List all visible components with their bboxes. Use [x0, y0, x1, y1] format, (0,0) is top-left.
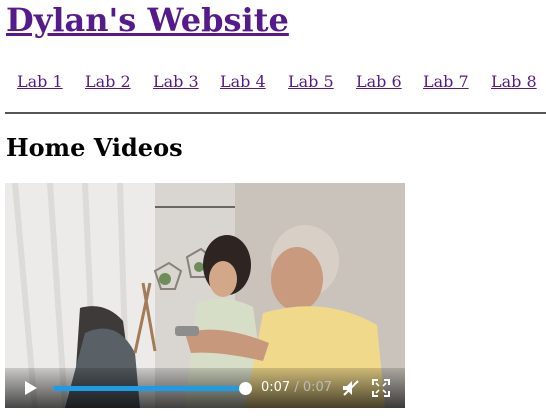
nav-item-lab-3: Lab 3 — [153, 70, 199, 94]
nav-link-lab-3[interactable]: Lab 3 — [153, 72, 199, 91]
nav-link-lab-5[interactable]: Lab 5 — [288, 72, 334, 91]
nav-item-lab-7: Lab 7 — [423, 70, 469, 94]
nav-link-lab-1[interactable]: Lab 1 — [17, 72, 63, 91]
video-time-separator: / — [294, 380, 299, 395]
video-player[interactable]: 0:07 / 0:07 — [5, 183, 405, 408]
video-duration: 0:07 — [302, 380, 333, 395]
video-current-time: 0:07 — [261, 380, 291, 395]
nav-item-lab-1: Lab 1 — [17, 70, 63, 94]
nav-link-lab-8[interactable]: Lab 8 — [491, 72, 537, 91]
nav-link-lab-4[interactable]: Lab 4 — [220, 72, 266, 91]
fullscreen-icon[interactable] — [372, 379, 390, 397]
video-progress-thumb[interactable] — [239, 382, 252, 395]
muted-speaker-icon[interactable] — [341, 379, 361, 397]
nav-item-lab-5: Lab 5 — [288, 70, 334, 94]
nav-item-lab-2: Lab 2 — [85, 70, 131, 94]
video-progress-fill — [53, 386, 245, 391]
video-controls: 0:07 / 0:07 — [5, 368, 405, 408]
nav-item-lab-4: Lab 4 — [220, 70, 266, 94]
nav-link-lab-2[interactable]: Lab 2 — [85, 72, 131, 91]
play-icon[interactable] — [21, 379, 39, 397]
nav-link-lab-6[interactable]: Lab 6 — [356, 72, 402, 91]
section-divider — [5, 112, 546, 114]
video-progress-bar[interactable] — [53, 382, 252, 395]
video-time: 0:07 / 0:07 — [261, 379, 332, 397]
nav-item-lab-6: Lab 6 — [356, 70, 402, 94]
home-videos-heading: Home Videos — [6, 133, 183, 162]
nav-item-lab-8: Lab 8 — [491, 70, 537, 94]
site-title-link[interactable]: Dylan's Website — [6, 1, 289, 39]
site-title: Dylan's Website — [6, 0, 289, 40]
nav-link-lab-7[interactable]: Lab 7 — [423, 72, 469, 91]
